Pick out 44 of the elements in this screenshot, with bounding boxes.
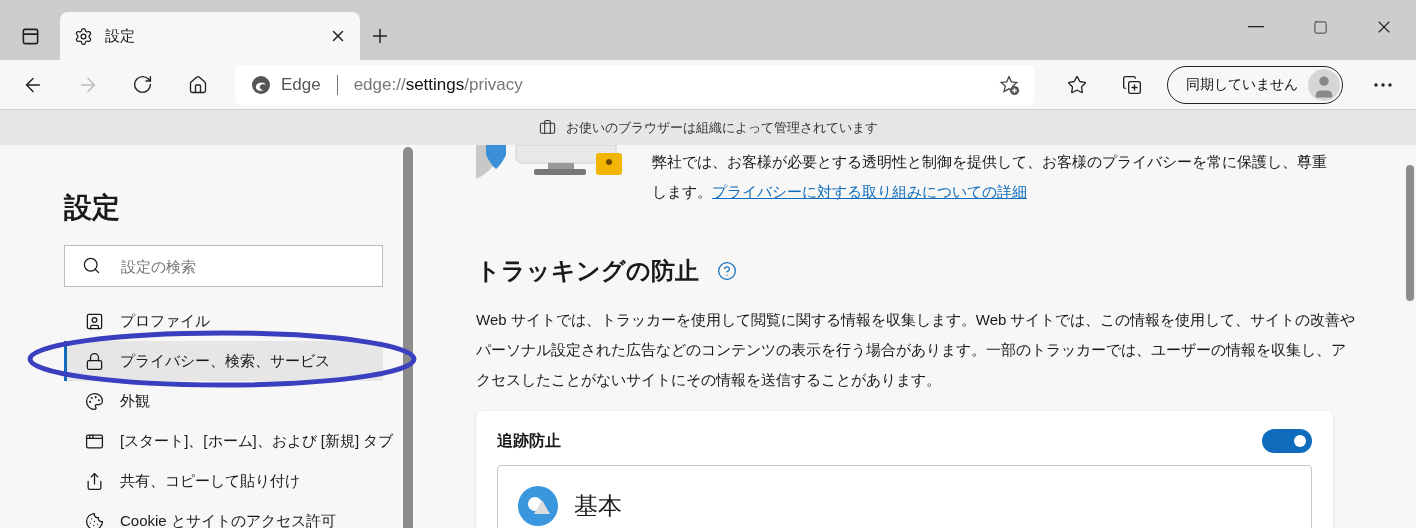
- avatar-icon: [1308, 68, 1341, 101]
- sidebar-item[interactable]: 共有、コピーして貼り付け: [64, 461, 383, 501]
- browser-brand: Edge: [280, 74, 321, 95]
- tracking-description: Web サイトでは、トラッカーを使用して閲覧に関する情報を収集します。Web サイトでは、この情報を使用して、サイトの改善やパーソナル設定された広告などのコンテンツの表示を行う場合があります。一部のトラッカーでは、ユーザーの情報を収集し、アクセスしたことがないサイトにその情報を送信することがあります。: [476, 310, 1356, 390]
- option-title: 基本: [574, 491, 622, 521]
- settings-icon: [74, 26, 93, 46]
- refresh-icon: [132, 74, 154, 95]
- tracking-toggle[interactable]: [1262, 429, 1312, 453]
- maximize-icon: [1312, 19, 1328, 35]
- collections-icon: [1121, 74, 1142, 95]
- search-icon: [82, 256, 101, 275]
- sidebar-item[interactable]: プライバシー、検索、サービス: [64, 341, 383, 381]
- sidebar-title: 設定: [64, 191, 121, 225]
- search-field[interactable]: 設定の検索: [64, 245, 383, 287]
- tab-actions-icon: [20, 26, 40, 46]
- share-icon: [85, 471, 104, 491]
- sidebar-item[interactable]: プロファイル: [64, 301, 383, 341]
- managed-notice: お使いのブラウザーは組織によって管理されています: [565, 118, 878, 137]
- tab-title: 設定: [105, 26, 136, 46]
- sidebar-item[interactable]: [スタート]、[ホーム]、および [新規] タブ: [64, 421, 394, 461]
- scrollbar-thumb[interactable]: [403, 147, 413, 528]
- sidebar-item[interactable]: 外観: [64, 381, 383, 421]
- home-icon: [187, 74, 208, 95]
- briefcase-icon: [538, 119, 556, 136]
- scrollbar-thumb[interactable]: [1406, 165, 1414, 301]
- intro-text: 弊社では、お客様が必要とする透明性と制御を提供して、お客様のプライバシーを常に保護し、尊重します。プライバシーに対する取り組みについての詳細: [652, 152, 1328, 202]
- help-icon[interactable]: [717, 261, 737, 281]
- more-icon: [1373, 82, 1392, 87]
- browser-logo-icon: [250, 74, 271, 95]
- sidebar-item[interactable]: Cookie とサイトのアクセス許可: [64, 501, 383, 528]
- privacy-details-link[interactable]: プライバシーに対する取り組みについての詳細: [712, 183, 1027, 200]
- profile-icon: [85, 311, 104, 331]
- browser-tab[interactable]: 設定: [60, 12, 360, 60]
- lock-icon: [85, 351, 104, 371]
- card-title: 追跡防止: [497, 430, 561, 451]
- add-favorite-icon[interactable]: [997, 73, 1020, 96]
- option-card[interactable]: 基本: [497, 465, 1312, 528]
- section-heading: トラッキングの防止: [476, 256, 699, 286]
- star-icon: [1067, 74, 1088, 95]
- url-text: edge://settings/privacy: [353, 74, 524, 95]
- minimize-icon: [1248, 26, 1264, 28]
- address-bar[interactable]: Edge edge://settings/privacy: [234, 64, 1034, 105]
- palette-icon: [85, 391, 104, 411]
- cookie-icon: [85, 511, 104, 528]
